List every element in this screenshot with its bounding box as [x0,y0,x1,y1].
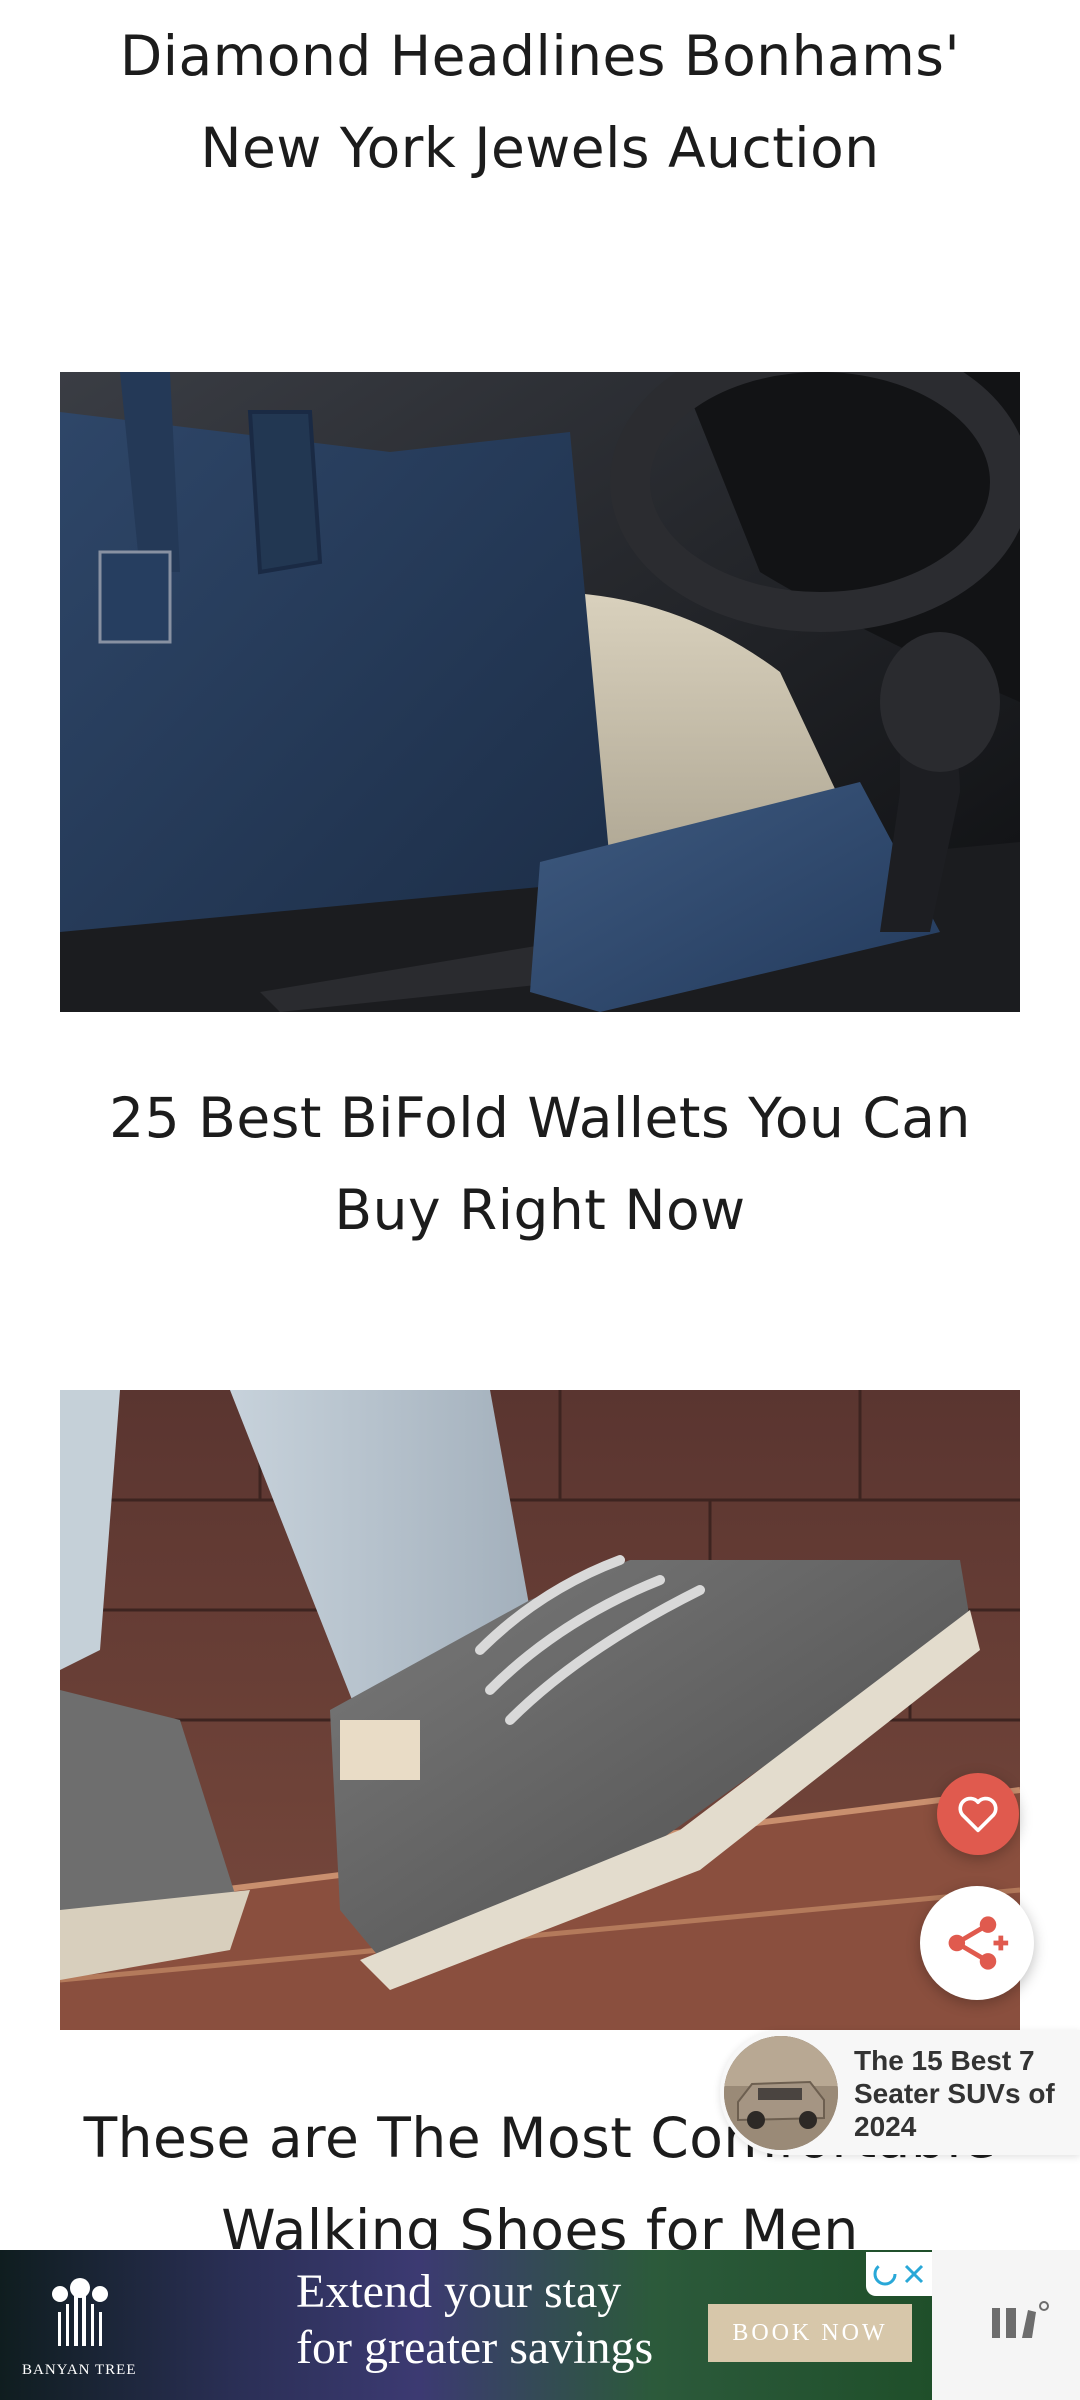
heart-icon [958,1796,998,1833]
ad-close-button[interactable] [866,2252,932,2296]
article-image-shoes[interactable] [60,1390,1020,2030]
article-title[interactable]: 25 Best BiFold Wallets You Can Buy Right… [60,1072,1020,1256]
share-icon [948,1916,1009,1970]
book-now-button[interactable]: BOOK NOW [708,2304,912,2362]
site-logo-icon [992,2301,1049,2338]
close-icon[interactable] [902,2262,926,2286]
favorite-button[interactable] [937,1773,1019,1855]
ad-headline: Extend your stay for greater savings [296,2265,654,2374]
suv-thumbnail [724,2036,838,2150]
ad-info-icon[interactable] [872,2261,898,2287]
share-button[interactable] [920,1886,1034,2000]
ad-brand-name: BANYAN TREE [22,2362,137,2378]
recommended-article-card[interactable]: The 15 Best 7 Seater SUVs of 2024 [720,2030,1080,2155]
ad-banner[interactable]: BANYAN TREE Extend your stay for greater… [0,2250,932,2400]
site-brand-area [932,2250,1080,2400]
article-title[interactable]: Harry Winston's 29-Carat Diamond Headlin… [60,0,1020,194]
recommended-article-title: The 15 Best 7 Seater SUVs of 2024 [854,2045,1055,2142]
article-image-wallets[interactable] [60,372,1020,1012]
